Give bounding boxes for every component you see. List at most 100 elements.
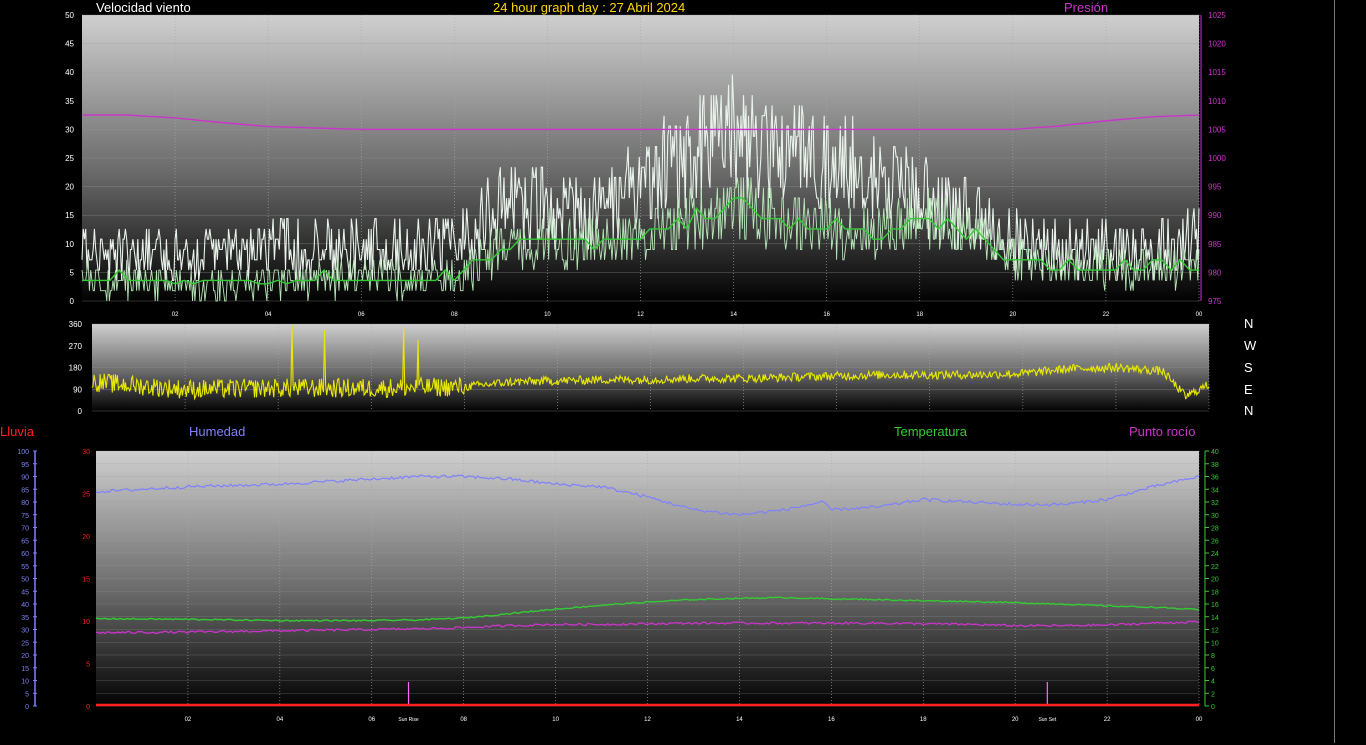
direction-y-tick-label: 0 [78,407,83,416]
chart-title: 24 hour graph day : 27 Abril 2024 [493,0,686,15]
pressure-y-tick-label: 1025 [1208,11,1226,20]
temperature-y-tick-label: 12 [1211,628,1219,635]
direction-y-tick-label: 90 [73,385,82,394]
temperature-x-tick-label: 06 [368,717,375,723]
wind-x-tick-label: 20 [1009,312,1016,318]
wind-x-tick-label: 18 [916,312,923,318]
temperature-y-tick-label: 22 [1211,564,1219,571]
temperature-y-tick-label: 14 [1211,615,1219,622]
pressure-y-tick-label: 975 [1208,297,1222,306]
wind-x-tick-label: 12 [637,312,644,318]
humidity-y-tick-label: 45 [21,589,29,596]
rain-y-tick-label: 15 [82,577,90,584]
wind-x-tick-label: 02 [172,312,179,318]
compass-n-bottom: N [1244,403,1254,418]
wind-y-tick-label: 5 [70,268,75,277]
humidity-y-tick-label: 100 [17,449,29,456]
temperature-x-tick-label: 20 [1012,717,1019,723]
temperature-x-tick-label: 08 [460,717,467,723]
temperature-y-tick-label: 28 [1211,526,1219,533]
temperature-x-tick-label: 04 [276,717,283,723]
wind-x-tick-label: 00 [1196,312,1203,318]
wind-y-tick-label: 30 [65,125,74,134]
temperature-y-tick-label: 4 [1211,679,1215,686]
pressure-y-tick-label: 1005 [1208,125,1226,134]
temperature-y-tick-label: 38 [1211,462,1219,469]
rain-y-tick-label: 5 [86,662,90,669]
compass-w: W [1244,338,1257,353]
rain-y-tick-label: 10 [82,619,90,626]
temperature-y-tick-label: 8 [1211,653,1215,660]
temperature-x-tick-label: 14 [736,717,743,723]
wind-y-tick-label: 10 [65,240,74,249]
humidity-y-tick-label: 90 [21,475,29,482]
humidity-y-tick-label: 25 [21,640,29,647]
humidity-y-tick-label: 60 [21,551,29,558]
pressure-y-tick-label: 1015 [1208,68,1226,77]
temperature-y-tick-label: 10 [1211,640,1219,647]
temperature-x-tick-label: 02 [185,717,192,723]
temperature-y-tick-label: 6 [1211,666,1215,673]
wind-y-tick-label: 35 [65,97,74,106]
temperature-y-tick-label: 32 [1211,500,1219,507]
chart-canvas: 0510152025303540455097598098599099510001… [17,11,1226,723]
wind-x-tick-label: 10 [544,312,551,318]
temperature-y-tick-label: 34 [1211,487,1219,494]
humidity-y-tick-label: 65 [21,538,29,545]
pressure-y-tick-label: 990 [1208,211,1222,220]
humidity-y-tick-label: 15 [21,666,29,673]
temperature-y-tick-label: 40 [1211,449,1219,456]
sun-event-label: Sun Set [1038,717,1056,723]
wind-y-tick-label: 50 [65,11,74,20]
temperature-x-tick-label: 12 [644,717,651,723]
wind-y-tick-label: 20 [65,183,74,192]
humidity-y-tick-label: 85 [21,487,29,494]
rain-y-tick-label: 25 [82,492,90,499]
direction-y-tick-label: 360 [69,320,83,329]
rain-y-tick-label: 30 [82,449,90,456]
humidity-label: Humedad [189,424,246,439]
wind-y-tick-label: 0 [70,297,75,306]
direction-y-tick-label: 180 [69,364,83,373]
pressure-y-tick-label: 995 [1208,183,1222,192]
pressure-y-tick-label: 1020 [1208,40,1226,49]
compass-n-top: N [1244,316,1254,331]
pressure-y-tick-label: 1000 [1208,154,1226,163]
direction-y-tick-label: 270 [69,342,83,351]
humidity-y-tick-label: 75 [21,513,29,520]
humidity-y-tick-label: 20 [21,653,29,660]
wind-x-tick-label: 06 [358,312,365,318]
sun-event-label: Sun Rise [398,717,419,723]
rain-y-tick-label: 0 [86,704,90,711]
humidity-y-tick-label: 10 [21,679,29,686]
humidity-y-tick-label: 70 [21,526,29,533]
pressure-y-tick-label: 1010 [1208,97,1226,106]
humidity-y-tick-label: 40 [21,602,29,609]
humidity-y-tick-label: 0 [25,704,29,711]
compass-s: S [1244,360,1253,375]
temperature-x-tick-label: 18 [920,717,927,723]
pressure-label: Presión [1064,0,1109,15]
wind-x-tick-label: 14 [730,312,737,318]
temperature-x-tick-label: 22 [1104,717,1111,723]
humidity-y-tick-label: 50 [21,577,29,584]
wind-y-tick-label: 40 [65,68,74,77]
pressure-y-tick-label: 985 [1208,240,1222,249]
temperature-y-tick-label: 16 [1211,602,1219,609]
temperature-y-tick-label: 26 [1211,538,1219,545]
compass-e: E [1244,382,1253,397]
temperature-y-tick-label: 2 [1211,691,1215,698]
humidity-y-tick-label: 95 [21,462,29,469]
wind-y-tick-label: 25 [65,154,74,163]
temperature-y-tick-label: 0 [1211,704,1215,711]
humidity-y-tick-label: 55 [21,564,29,571]
wind-x-tick-label: 22 [1103,312,1110,318]
humidity-y-tick-label: 35 [21,615,29,622]
wind-x-tick-label: 04 [265,312,272,318]
pressure-y-tick-label: 980 [1208,268,1222,277]
wind-label: Velocidad viento [96,0,191,15]
wind-y-tick-label: 45 [65,40,74,49]
temperature-x-tick-label: 10 [552,717,559,723]
temperature-y-tick-label: 36 [1211,475,1219,482]
temperature-x-tick-label: 00 [1196,717,1203,723]
